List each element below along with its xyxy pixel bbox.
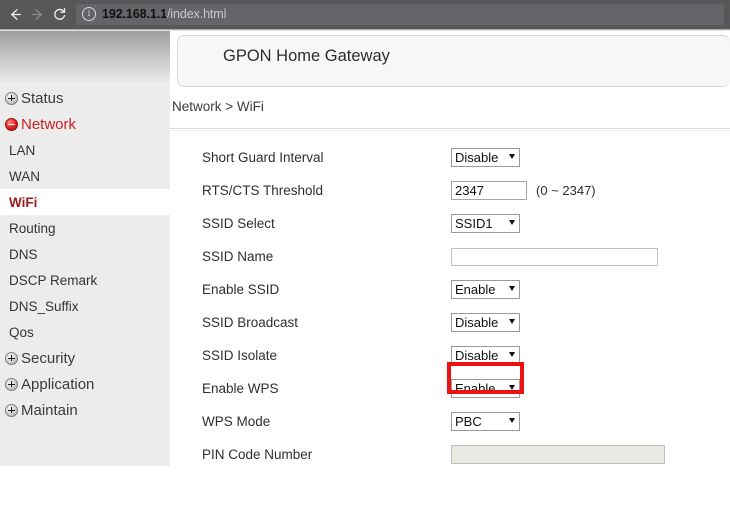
form-row-ssid-name: SSID Name <box>170 240 730 273</box>
sidebar-item-label: Routing <box>9 220 56 236</box>
sidebar-item-label: Qos <box>9 324 34 340</box>
field-label: SSID Broadcast <box>202 315 299 330</box>
site-info-icon[interactable]: i <box>82 7 96 21</box>
field-hint: (0 ~ 2347) <box>536 183 596 198</box>
reload-icon[interactable] <box>48 3 70 25</box>
field-label: Enable WPS <box>202 381 279 396</box>
sidebar-item-dscp-remark[interactable]: DSCP Remark <box>0 267 170 293</box>
sidebar-item-label: DSCP Remark <box>9 272 98 288</box>
field-control-wrap: EnableDisable <box>451 379 520 398</box>
ssid-name-input[interactable] <box>451 247 658 266</box>
form-row-wps-mode: WPS Mode PBCPIN <box>170 405 730 438</box>
form-row-rts-cts-threshold: RTS/CTS Threshold (0 ~ 2347) <box>170 174 730 207</box>
field-label: RTS/CTS Threshold <box>202 183 324 198</box>
ssid-broadcast-select[interactable]: DisableEnable <box>451 313 520 332</box>
form-row-enable-wps: Enable WPS EnableDisable <box>170 372 730 405</box>
page-title: GPON Home Gateway <box>223 47 390 65</box>
sidebar-item-label: DNS <box>9 246 38 262</box>
field-control-wrap: DisableEnable <box>451 346 520 365</box>
field-label: PIN Code Number <box>202 447 313 462</box>
form-row-ssid-broadcast: SSID Broadcast DisableEnable <box>170 306 730 339</box>
sidebar-item-routing[interactable]: Routing <box>0 215 170 241</box>
sidebar-item-label: Application <box>21 375 95 393</box>
expand-plus-icon[interactable] <box>5 351 18 365</box>
back-arrow-icon[interactable] <box>4 3 26 25</box>
field-label: Short Guard Interval <box>202 150 324 165</box>
wps-mode-select[interactable]: PBCPIN <box>451 412 520 431</box>
field-control-wrap: (0 ~ 2347) <box>451 181 596 200</box>
forward-arrow-icon <box>26 3 48 25</box>
header-divider-lower <box>170 130 730 131</box>
wifi-settings-form: Short Guard Interval DisableEnable RTS/CTS… <box>170 141 730 471</box>
select-wrap-enable-wps: EnableDisable <box>451 379 520 398</box>
select-wrap-ssid-broadcast: DisableEnable <box>451 313 520 332</box>
sidebar-item-label: DNS_Suffix <box>9 298 79 314</box>
sidebar-item-dns-suffix[interactable]: DNS_Suffix <box>0 293 170 319</box>
expand-plus-icon[interactable] <box>5 403 18 417</box>
field-label: WPS Mode <box>202 414 271 429</box>
select-wrap-ssid-select: SSID1SSID2SSID3SSID4 <box>451 214 520 233</box>
sidebar-top-gradient <box>0 31 170 85</box>
form-row-pin-code-number: PIN Code Number <box>170 438 730 471</box>
expand-plus-icon[interactable] <box>5 91 18 105</box>
field-label: Enable SSID <box>202 282 280 297</box>
ssid-isolate-select[interactable]: DisableEnable <box>451 346 520 365</box>
header-spacer <box>170 88 730 93</box>
field-control-wrap: EnableDisable <box>451 280 520 299</box>
sidebar-item-label: LAN <box>9 142 36 158</box>
sidebar-item-status[interactable]: Status <box>0 85 170 111</box>
enable-wps-select[interactable]: EnableDisable <box>451 379 520 398</box>
sidebar-item-label: WiFi <box>9 194 38 210</box>
sidebar-item-label: Maintain <box>21 401 78 419</box>
field-control-wrap: PBCPIN <box>451 412 520 431</box>
field-control-wrap: DisableEnable <box>451 313 520 332</box>
field-label: SSID Isolate <box>202 348 278 363</box>
sidebar-item-label: WAN <box>9 168 40 184</box>
short-guard-interval-select[interactable]: DisableEnable <box>451 148 520 167</box>
collapse-minus-icon[interactable] <box>5 117 18 131</box>
select-wrap-short-guard-interval: DisableEnable <box>451 148 520 167</box>
content-area: GPON Home Gateway Network > WiFi Short G… <box>170 31 730 518</box>
form-row-ssid-isolate: SSID Isolate DisableEnable <box>170 339 730 372</box>
ssid-select-select[interactable]: SSID1SSID2SSID3SSID4 <box>451 214 520 233</box>
enable-ssid-select[interactable]: EnableDisable <box>451 280 520 299</box>
sidebar-item-wifi[interactable]: WiFi <box>0 189 170 215</box>
address-bar[interactable]: i 192.168.1.1/index.html <box>76 3 724 25</box>
form-row-ssid-select: SSID Select SSID1SSID2SSID3SSID4 <box>170 207 730 240</box>
sidebar-item-wan[interactable]: WAN <box>0 163 170 189</box>
field-control-wrap <box>451 445 665 464</box>
sidebar-item-qos[interactable]: Qos <box>0 319 170 345</box>
field-control-wrap: DisableEnable <box>451 148 520 167</box>
sidebar-item-maintain[interactable]: Maintain <box>0 397 170 423</box>
sidebar-item-lan[interactable]: LAN <box>0 137 170 163</box>
header-divider <box>170 128 730 129</box>
sidebar-item-dns[interactable]: DNS <box>0 241 170 267</box>
form-row-short-guard-interval: Short Guard Interval DisableEnable <box>170 141 730 174</box>
expand-plus-icon[interactable] <box>5 377 18 391</box>
rts-cts-threshold-input[interactable] <box>451 181 527 200</box>
sidebar-item-application[interactable]: Application <box>0 371 170 397</box>
sidebar-item-label: Network <box>21 115 77 133</box>
sidebar-item-label: Status <box>21 89 64 107</box>
page-viewport: Status Network LAN WAN WiFi Routing DNS DSCP Re… <box>0 31 730 518</box>
select-wrap-ssid-isolate: DisableEnable <box>451 346 520 365</box>
field-control-wrap: SSID1SSID2SSID3SSID4 <box>451 214 520 233</box>
select-wrap-wps-mode: PBCPIN <box>451 412 520 431</box>
sidebar-nav: Status Network LAN WAN WiFi Routing DNS DSCP Re… <box>0 85 170 466</box>
pin-code-number-input <box>451 445 665 464</box>
select-wrap-enable-ssid: EnableDisable <box>451 280 520 299</box>
field-label: SSID Select <box>202 216 275 231</box>
browser-toolbar: i 192.168.1.1/index.html <box>0 0 730 28</box>
url-host: 192.168.1.1 <box>102 7 167 21</box>
sidebar-item-label: Security <box>21 349 76 367</box>
url-path: /index.html <box>166 7 227 21</box>
sidebar-item-security[interactable]: Security <box>0 345 170 371</box>
form-row-enable-ssid: Enable SSID EnableDisable <box>170 273 730 306</box>
sidebar-item-network[interactable]: Network <box>0 111 170 137</box>
field-control-wrap <box>451 247 658 266</box>
breadcrumb: Network > WiFi <box>172 99 264 114</box>
field-label: SSID Name <box>202 249 274 264</box>
